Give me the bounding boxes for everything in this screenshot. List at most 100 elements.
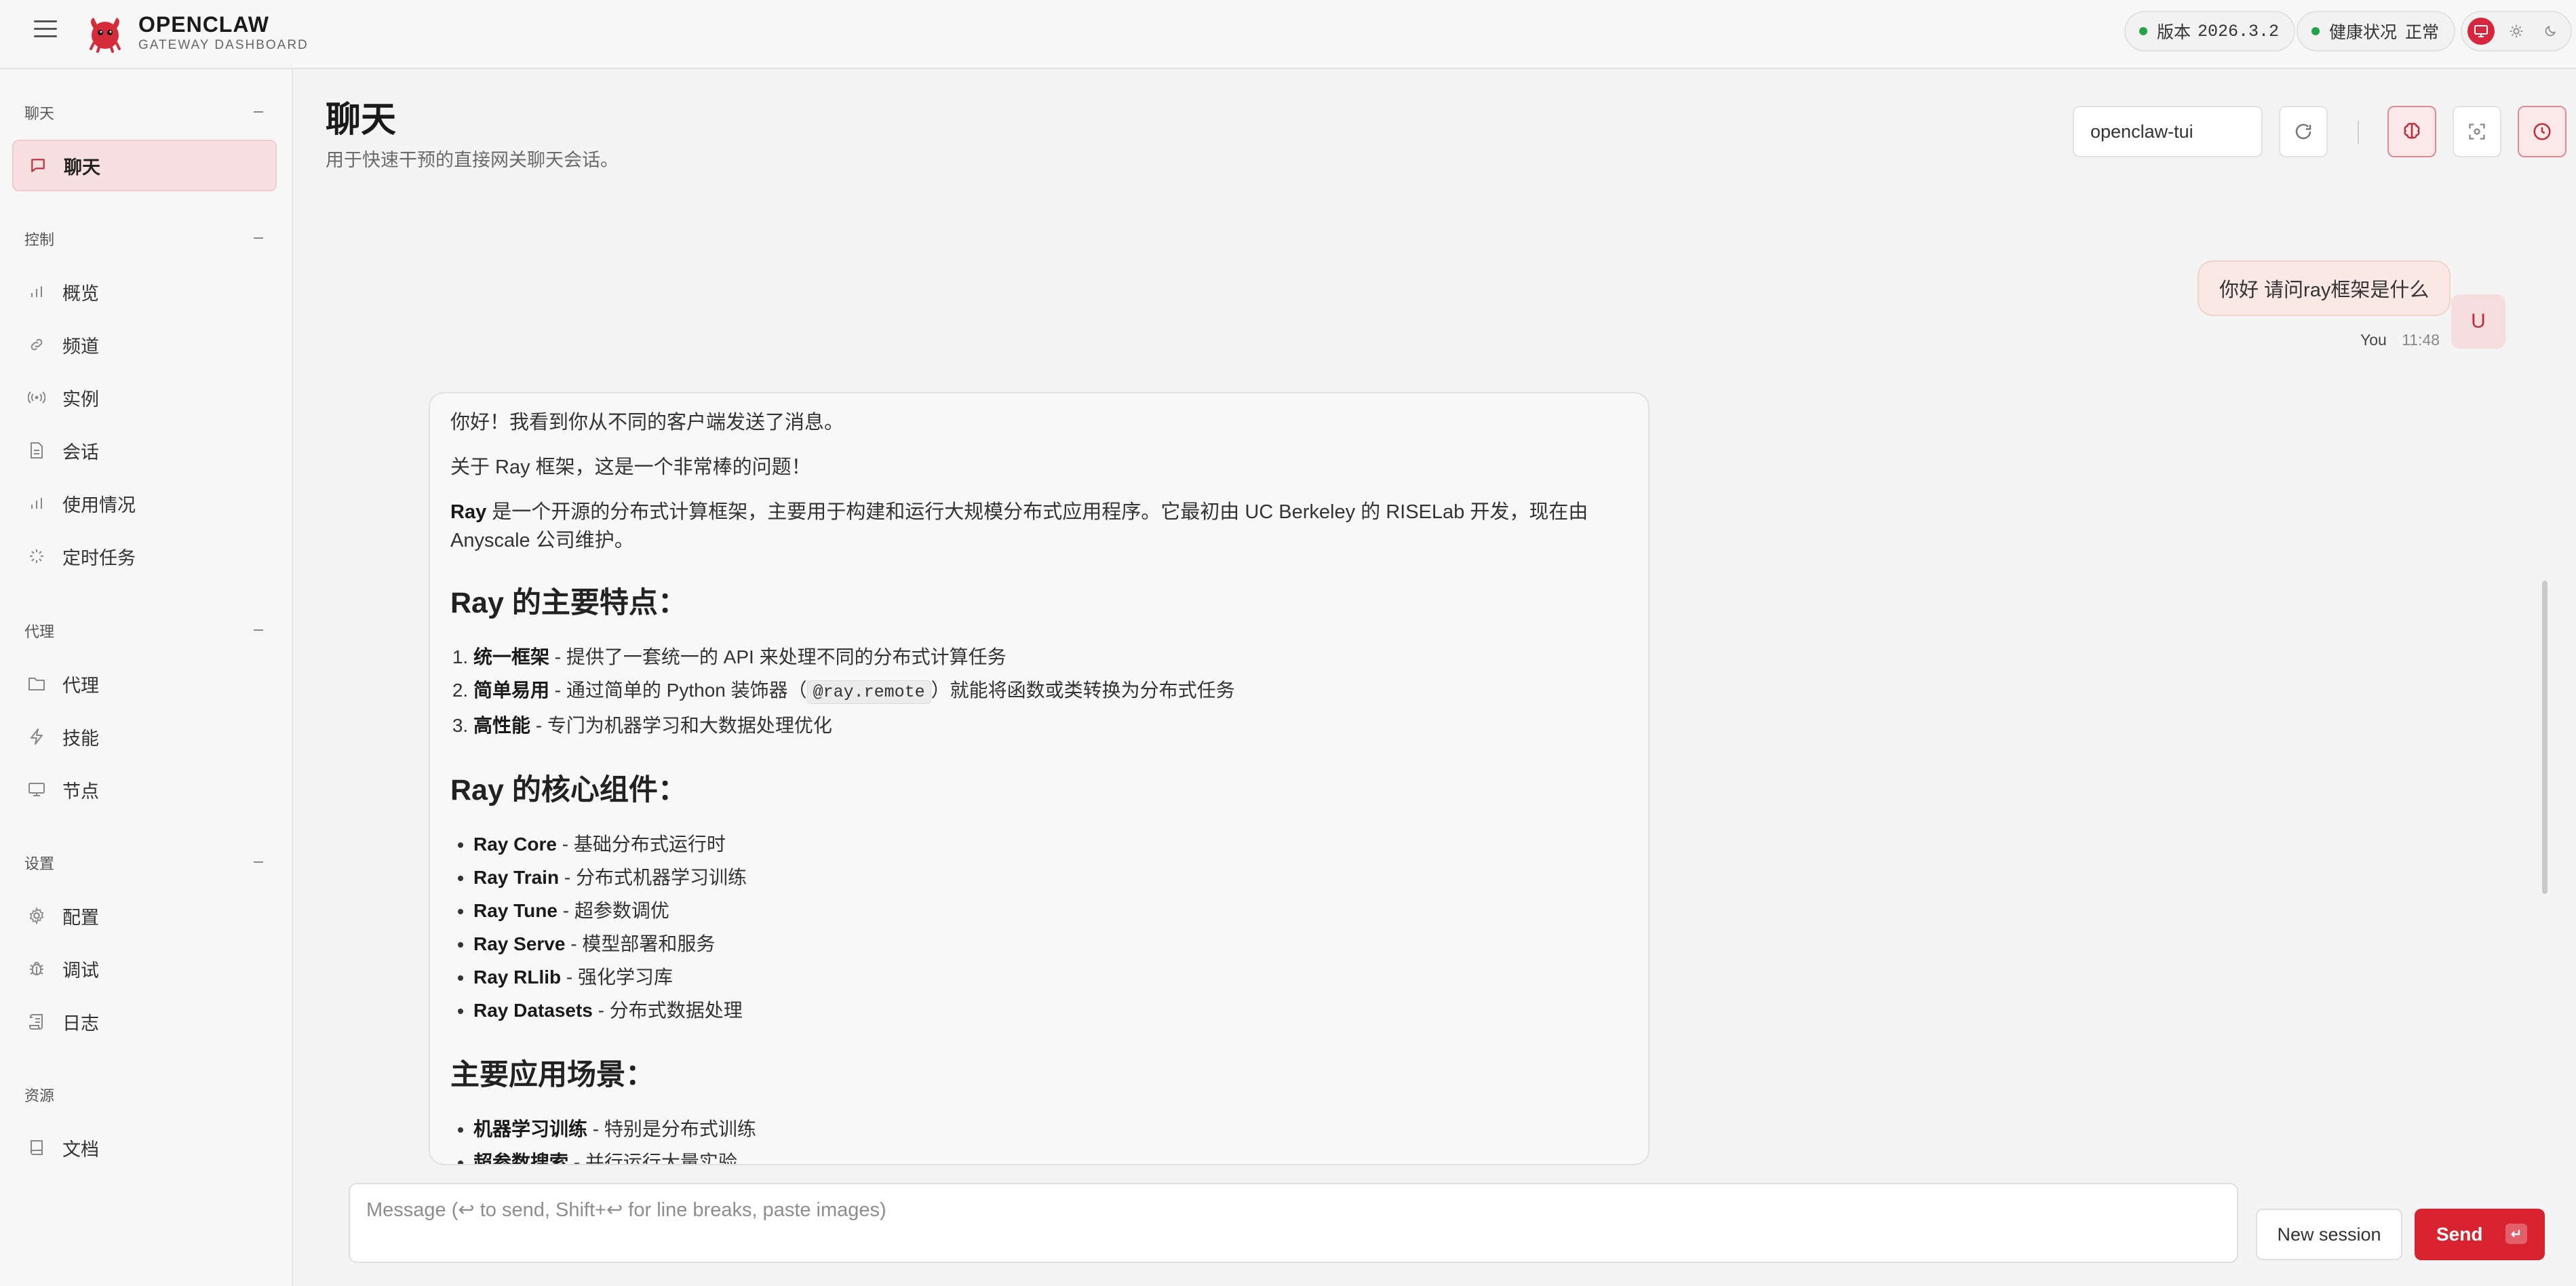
moon-icon: [2545, 26, 2556, 37]
sidebar-item-config[interactable]: 配置: [12, 890, 277, 941]
message-paragraph: 你好！我看到你从不同的客户端发送了消息。: [450, 412, 844, 433]
list-item-text: - 分布式机器学习训练: [559, 867, 747, 888]
thinking-toggle-button[interactable]: [2387, 106, 2436, 157]
chat-scrollbar[interactable]: [2542, 581, 2548, 894]
version-badge: 版本 2026.3.2: [2124, 11, 2296, 52]
refresh-button[interactable]: [2279, 106, 2328, 157]
brand-subtitle: GATEWAY DASHBOARD: [138, 38, 309, 52]
new-session-button[interactable]: New session: [2256, 1209, 2402, 1260]
sidebar-item-label: 会话: [62, 442, 99, 463]
sidebar-item-channels[interactable]: 频道: [12, 319, 277, 370]
list-item-text: - 强化学习库: [561, 967, 674, 988]
list-item-text: - 通过简单的 Python 装饰器（: [549, 680, 807, 701]
theme-dark-button[interactable]: [2537, 18, 2564, 45]
theme-light-button[interactable]: [2503, 18, 2530, 45]
sidebar-item-chat[interactable]: 聊天: [12, 140, 277, 191]
section-heading: Ray 的核心组件：: [450, 774, 687, 806]
collapse-icon[interactable]: [254, 629, 263, 631]
features-list: 统一框架 - 提供了一套统一的 API 来处理不同的分布式计算任务 简单易用 -…: [450, 640, 1628, 742]
focus-mode-button[interactable]: [2453, 106, 2501, 157]
collapse-icon[interactable]: [254, 237, 263, 239]
list-item: 机器学习训练 - 特别是分布式训练: [473, 1112, 1628, 1146]
list-item-text: - 提供了一套统一的 API 来处理不同的分布式计算任务: [549, 646, 1007, 667]
enter-key-icon: ↵: [2505, 1224, 2527, 1244]
loader-icon: [27, 547, 46, 566]
bold-text: Ray Train: [473, 867, 560, 888]
status-dot-icon: [2139, 27, 2147, 35]
sidebar-item-cron[interactable]: 定时任务: [12, 530, 277, 582]
sidebar-item-label: 节点: [62, 781, 99, 802]
sidebar-section-title: 设置: [24, 855, 55, 872]
sidebar-section-title: 聊天: [24, 105, 55, 122]
list-item: 高性能 - 专门为机器学习和大数据处理优化: [473, 709, 1628, 742]
sidebar-section-title: 控制: [24, 231, 55, 248]
sun-icon: [2510, 24, 2523, 38]
bold-text: 超参数搜索: [473, 1152, 569, 1165]
inline-code: @ray.remote: [806, 680, 931, 704]
list-item-text: - 超参数调优: [557, 900, 669, 921]
message-timestamp: 11:48: [2402, 331, 2440, 349]
send-button[interactable]: Send ↵: [2415, 1209, 2545, 1260]
message-input[interactable]: [349, 1183, 2238, 1263]
message-author: You: [2360, 331, 2387, 349]
theme-switcher: [2461, 11, 2572, 52]
list-item: Ray Train - 分布式机器学习训练: [473, 861, 1628, 894]
scenarios-list: 机器学习训练 - 特别是分布式训练 超参数搜索 - 并行运行大量实验: [450, 1112, 1628, 1165]
sidebar-item-instances[interactable]: 实例: [12, 372, 277, 423]
collapse-icon[interactable]: [254, 111, 263, 113]
sidebar-item-sessions[interactable]: 会话: [12, 425, 277, 476]
openclaw-logo: [90, 18, 121, 53]
monitor-icon: [27, 780, 46, 799]
paragraph-text: 是一个开源的分布式计算框架，主要用于构建和运行大规模分布式应用程序。它最初由 U…: [450, 501, 1588, 551]
list-item-text: - 分布式数据处理: [592, 1000, 743, 1021]
brand-name: OPENCLAW: [138, 12, 269, 37]
sidebar-item-overview[interactable]: 概览: [12, 266, 277, 317]
bold-text: Ray Tune: [473, 900, 558, 921]
bold-text: Ray Core: [473, 834, 557, 855]
list-item-text: - 模型部署和服务: [565, 933, 716, 954]
bold-text: Ray: [450, 501, 487, 523]
collapse-icon[interactable]: [254, 861, 263, 863]
user-message-bubble: 你好 请问ray框架是什么: [2198, 260, 2451, 316]
menu-icon[interactable]: [34, 20, 57, 38]
sidebar-item-skills[interactable]: 技能: [12, 711, 277, 762]
sidebar-item-label: 调试: [62, 960, 99, 981]
sidebar-item-label: 定时任务: [62, 547, 136, 568]
avatar: U: [2451, 294, 2505, 349]
section-heading: 主要应用场景：: [450, 1059, 655, 1091]
list-item-text: ）就能将函数或类转换为分布式任务: [931, 680, 1235, 701]
version-value: 2026.3.2: [2198, 21, 2280, 41]
sidebar-item-nodes[interactable]: 节点: [12, 764, 277, 815]
list-item-text: - 专门为机器学习和大数据处理优化: [530, 715, 832, 736]
message-meta: You 11:48: [2360, 331, 2440, 349]
toolbar-divider: [2358, 121, 2359, 144]
sidebar-item-agents[interactable]: 代理: [12, 658, 277, 709]
sidebar-item-label: 代理: [62, 675, 99, 696]
sidebar-item-label: 技能: [62, 728, 99, 749]
theme-system-button[interactable]: [2467, 18, 2495, 45]
version-label: 版本: [2157, 23, 2191, 42]
sidebar-item-docs[interactable]: 文档: [12, 1122, 277, 1173]
history-button[interactable]: [2518, 106, 2567, 157]
focus-icon: [2469, 123, 2485, 140]
list-item: Ray Tune - 超参数调优: [473, 894, 1628, 927]
sidebar-item-usage[interactable]: 使用情况: [12, 478, 277, 529]
list-item: 超参数搜索 - 并行运行大量实验: [473, 1146, 1628, 1165]
bar-chart-icon: [27, 282, 46, 301]
session-key-input[interactable]: [2073, 106, 2263, 157]
list-item: Ray Serve - 模型部署和服务: [473, 927, 1628, 960]
message-paragraph: 关于 Ray 框架，这是一个非常棒的问题！: [450, 456, 811, 478]
list-item: Ray Core - 基础分布式运行时: [473, 827, 1628, 861]
bold-text: 简单易用: [473, 680, 550, 701]
status-dot-icon: [2311, 27, 2320, 35]
folder-icon: [27, 674, 46, 693]
sidebar-item-logs[interactable]: 日志: [12, 996, 277, 1047]
list-item-text: - 基础分布式运行时: [556, 834, 726, 855]
scroll-icon: [27, 1012, 46, 1031]
monitor-icon: [2474, 25, 2488, 37]
send-button-label: Send: [2436, 1224, 2483, 1245]
section-heading: Ray 的主要特点：: [450, 587, 687, 619]
health-value: 正常: [2405, 23, 2440, 42]
sidebar-item-debug[interactable]: 调试: [12, 943, 277, 994]
sidebar-item-label: 配置: [62, 907, 99, 928]
